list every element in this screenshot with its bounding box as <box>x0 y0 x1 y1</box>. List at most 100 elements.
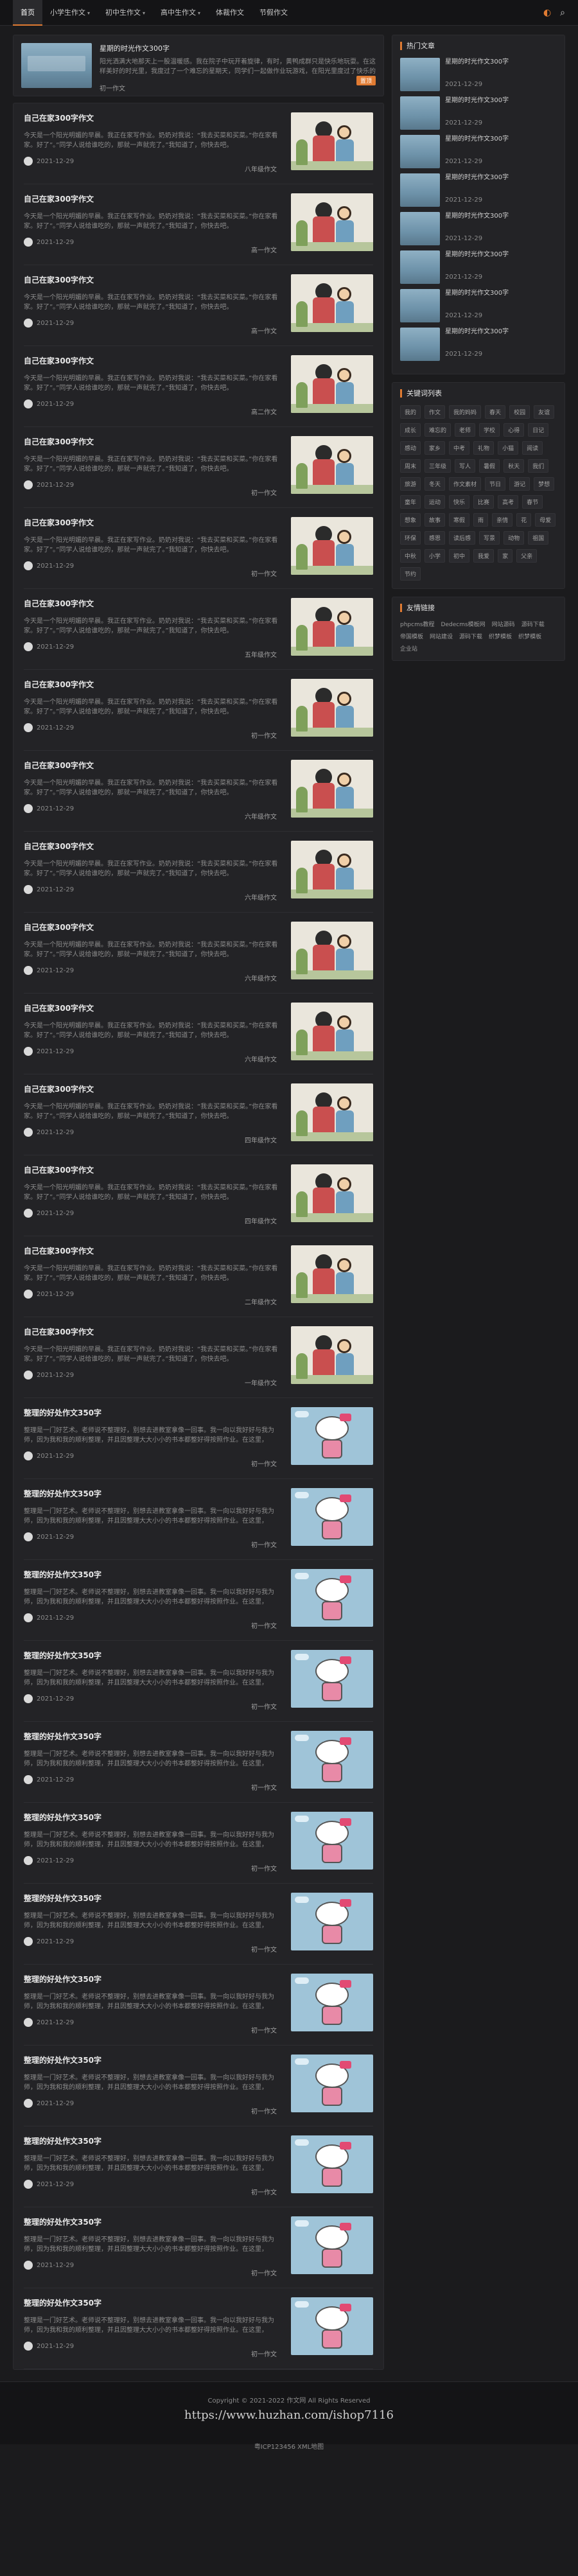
post-row[interactable]: 整理的好处作文350字 整理是一门好艺术。老师说不整理好，别想去进教室拿像一回事。… <box>24 1560 373 1641</box>
post-row[interactable]: 自己在家300字作文 今天是一个阳光明媚的早晨。我正在家写作业。奶奶对我说：“我去… <box>24 1236 373 1317</box>
hot-post-item[interactable]: 星期的时光作文300字 2021-12-29 <box>400 212 557 245</box>
post-title[interactable]: 自己在家300字作文 <box>24 1003 281 1013</box>
hot-post-thumbnail[interactable] <box>400 96 440 130</box>
post-title[interactable]: 整理的好处作文350字 <box>24 1893 281 1904</box>
post-thumbnail[interactable] <box>291 598 373 656</box>
post-title[interactable]: 自己在家300字作文 <box>24 760 281 771</box>
post-thumbnail[interactable] <box>291 2055 373 2112</box>
tag-chip[interactable]: 我的妈妈 <box>449 405 482 419</box>
tag-chip[interactable]: 小学 <box>425 549 446 563</box>
post-title[interactable]: 自己在家300字作文 <box>24 112 281 123</box>
post-category[interactable]: 初一作文 <box>251 1944 277 1954</box>
post-thumbnail[interactable] <box>291 517 373 575</box>
tag-chip[interactable]: 中考 <box>449 441 470 455</box>
post-title[interactable]: 自己在家300字作文 <box>24 598 281 609</box>
friend-link[interactable]: 企业站 <box>400 644 417 653</box>
tag-chip[interactable]: 暑假 <box>479 459 500 473</box>
tag-chip[interactable]: 初中 <box>449 549 470 563</box>
post-category[interactable]: 初一作文 <box>251 487 277 497</box>
tag-chip[interactable]: 母爱 <box>535 513 556 527</box>
hot-post-title[interactable]: 星期的时光作文300字 <box>445 328 557 346</box>
hot-post-thumbnail[interactable] <box>400 58 440 91</box>
post-thumbnail[interactable] <box>291 1083 373 1141</box>
featured-post[interactable]: 星期的时光作文300字 阳光洒满大地那天上一股温暖感。我在院子中玩开着旋律，有时… <box>13 35 384 96</box>
post-thumbnail[interactable] <box>291 1974 373 2031</box>
post-title[interactable]: 整理的好处作文350字 <box>24 1731 281 1742</box>
post-category[interactable]: 初一作文 <box>251 1459 277 1468</box>
tag-chip[interactable]: 友谊 <box>534 405 555 419</box>
post-title[interactable]: 自己在家300字作文 <box>24 1326 281 1337</box>
post-thumbnail[interactable] <box>291 2216 373 2274</box>
hot-post-title[interactable]: 星期的时光作文300字 <box>445 212 557 230</box>
featured-meta[interactable]: 初一作文 <box>100 83 376 92</box>
post-category[interactable]: 高一作文 <box>251 326 277 335</box>
post-row[interactable]: 整理的好处作文350字 整理是一门好艺术。老师说不整理好，别想去进教室拿像一回事。… <box>24 2207 373 2288</box>
hot-post-item[interactable]: 星期的时光作文300字 2021-12-29 <box>400 173 557 207</box>
hot-post-title[interactable]: 星期的时光作文300字 <box>445 173 557 191</box>
post-title[interactable]: 整理的好处作文350字 <box>24 2135 281 2146</box>
hot-post-item[interactable]: 星期的时光作文300字 2021-12-29 <box>400 96 557 130</box>
post-thumbnail[interactable] <box>291 355 373 413</box>
post-thumbnail[interactable] <box>291 841 373 898</box>
friend-link[interactable]: phpcms教程 <box>400 620 435 628</box>
post-thumbnail[interactable] <box>291 1650 373 1708</box>
post-thumbnail[interactable] <box>291 2297 373 2355</box>
tag-chip[interactable]: 感动 <box>400 441 421 455</box>
tag-chip[interactable]: 写人 <box>455 459 476 473</box>
tag-chip[interactable]: 老师 <box>455 423 476 437</box>
post-thumbnail[interactable] <box>291 193 373 251</box>
post-category[interactable]: 初一作文 <box>251 568 277 578</box>
tag-chip[interactable]: 写景 <box>479 531 500 545</box>
tag-chip[interactable]: 中秋 <box>400 549 421 563</box>
tag-chip[interactable]: 父亲 <box>516 549 538 563</box>
search-icon[interactable]: ⌕ <box>560 8 565 18</box>
tag-chip[interactable]: 成长 <box>400 423 421 437</box>
post-row[interactable]: 自己在家300字作文 今天是一个阳光明媚的早晨。我正在家写作业。奶奶对我说：“我去… <box>24 994 373 1074</box>
tag-chip[interactable]: 难忘的 <box>425 423 451 437</box>
tag-chip[interactable]: 花 <box>516 513 532 527</box>
post-row[interactable]: 自己在家300字作文 今天是一个阳光明媚的早晨。我正在家写作业。奶奶对我说：“我去… <box>24 1155 373 1236</box>
nav-item-0[interactable]: 首页 <box>13 0 42 26</box>
post-category[interactable]: 初一作文 <box>251 1863 277 1873</box>
hot-post-title[interactable]: 星期的时光作文300字 <box>445 289 557 307</box>
post-title[interactable]: 自己在家300字作文 <box>24 922 281 933</box>
post-thumbnail[interactable] <box>291 760 373 818</box>
post-title[interactable]: 整理的好处作文350字 <box>24 1974 281 1985</box>
post-thumbnail[interactable] <box>291 1326 373 1384</box>
post-title[interactable]: 自己在家300字作文 <box>24 355 281 366</box>
post-category[interactable]: 六年级作文 <box>245 1054 277 1064</box>
tag-chip[interactable]: 作文 <box>425 405 446 419</box>
tag-chip[interactable]: 动物 <box>504 531 525 545</box>
tag-chip[interactable]: 我们 <box>528 459 549 473</box>
hot-post-thumbnail[interactable] <box>400 173 440 207</box>
post-row[interactable]: 自己在家300字作文 今天是一个阳光明媚的早晨。我正在家写作业。奶奶对我说：“我去… <box>24 1074 373 1155</box>
hot-post-thumbnail[interactable] <box>400 289 440 322</box>
tag-chip[interactable]: 快乐 <box>449 495 470 509</box>
post-row[interactable]: 整理的好处作文350字 整理是一门好艺术。老师说不整理好，别想去进教室拿像一回事。… <box>24 1479 373 1560</box>
tag-chip[interactable]: 家乡 <box>425 441 446 455</box>
post-title[interactable]: 自己在家300字作文 <box>24 1164 281 1175</box>
friend-link[interactable]: 织梦模板 <box>518 632 541 640</box>
tag-chip[interactable]: 旅游 <box>400 477 421 491</box>
post-row[interactable]: 整理的好处作文350字 整理是一门好艺术。老师说不整理好，别想去进教室拿像一回事。… <box>24 1641 373 1722</box>
featured-title[interactable]: 星期的时光作文300字 <box>100 43 376 53</box>
post-title[interactable]: 自己在家300字作文 <box>24 193 281 204</box>
post-row[interactable]: 自己在家300字作文 今天是一个阳光明媚的早晨。我正在家写作业。奶奶对我说：“我去… <box>24 508 373 589</box>
post-thumbnail[interactable] <box>291 1569 373 1627</box>
post-row[interactable]: 整理的好处作文350字 整理是一门好艺术。老师说不整理好，别想去进教室拿像一回事。… <box>24 1398 373 1479</box>
tag-chip[interactable]: 高考 <box>498 495 519 509</box>
post-title[interactable]: 自己在家300字作文 <box>24 1245 281 1256</box>
post-title[interactable]: 整理的好处作文350字 <box>24 1488 281 1499</box>
post-row[interactable]: 整理的好处作文350字 整理是一门好艺术。老师说不整理好，别想去进教室拿像一回事。… <box>24 1722 373 1803</box>
nav-item-4[interactable]: 体裁作文 <box>208 0 252 26</box>
post-title[interactable]: 自己在家300字作文 <box>24 841 281 852</box>
post-category[interactable]: 六年级作文 <box>245 973 277 983</box>
post-title[interactable]: 整理的好处作文350字 <box>24 1407 281 1418</box>
hot-post-item[interactable]: 星期的时光作文300字 2021-12-29 <box>400 135 557 168</box>
tag-chip[interactable]: 节约 <box>400 567 421 581</box>
hot-post-title[interactable]: 星期的时光作文300字 <box>445 58 557 76</box>
nav-item-5[interactable]: 节假作文 <box>252 0 295 26</box>
post-category[interactable]: 初一作文 <box>251 1701 277 1711</box>
nav-item-1[interactable]: 小学生作文 ▾ <box>42 0 98 26</box>
post-thumbnail[interactable] <box>291 274 373 332</box>
